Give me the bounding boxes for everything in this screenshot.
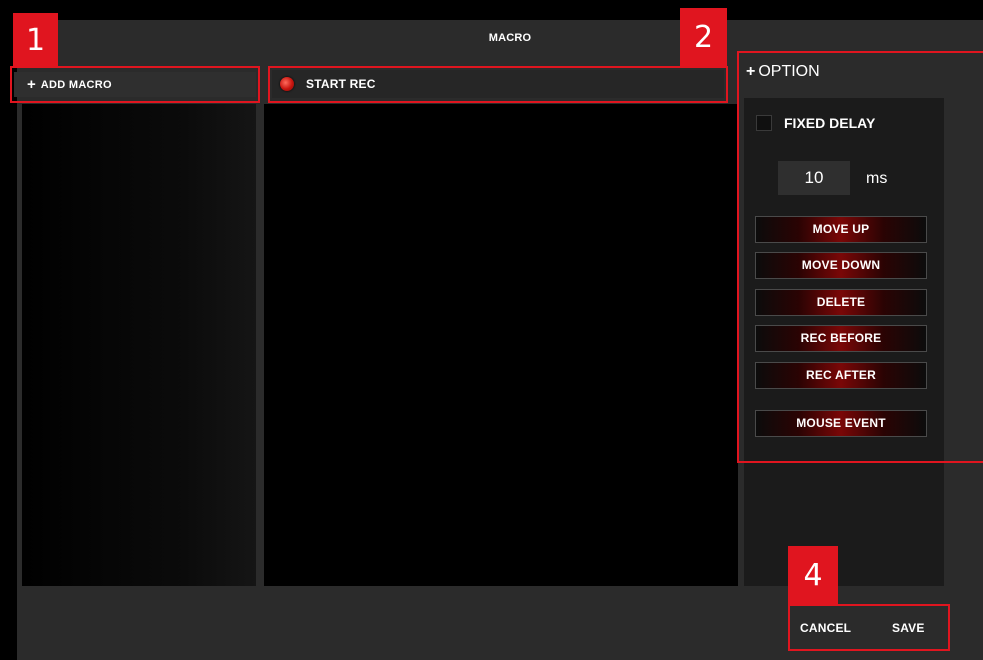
annotation-badge-2: 2 xyxy=(680,8,727,66)
window-title: MACRO xyxy=(488,32,532,44)
annotation-box-2 xyxy=(268,66,728,103)
annotation-box-3 xyxy=(737,51,983,463)
annotation-box-4 xyxy=(788,604,950,651)
macro-event-list[interactable] xyxy=(264,104,738,586)
macro-list[interactable] xyxy=(22,104,256,586)
annotation-box-1 xyxy=(10,66,260,103)
annotation-badge-1: 1 xyxy=(13,13,58,67)
annotation-badge-4: 4 xyxy=(788,546,838,605)
